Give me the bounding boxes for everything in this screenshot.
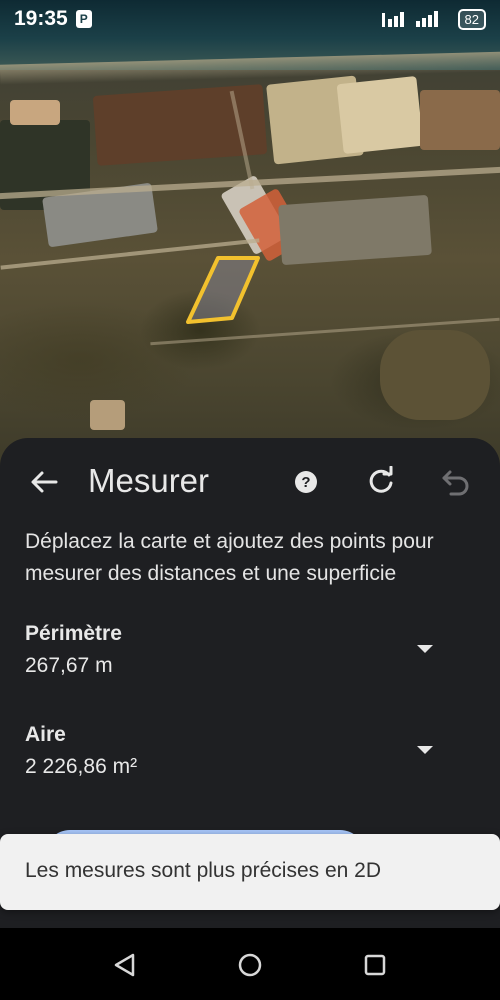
help-icon[interactable]: ?	[293, 469, 319, 495]
chevron-down-icon[interactable]	[414, 642, 436, 656]
svg-text:?: ?	[301, 474, 310, 491]
sheet-title: Mesurer	[88, 462, 210, 499]
toast-text: Les mesures sont plus précises en 2D	[25, 859, 382, 882]
area-value: 2 226,86 m²	[25, 755, 138, 778]
toast-message: Les mesures sont plus précises en 2D	[0, 834, 500, 910]
home-circle-icon[interactable]	[233, 948, 267, 982]
navigation-bar	[0, 928, 500, 1000]
status-bar: 19:35 P 82	[0, 0, 500, 38]
sheet-header: Mesurer ?	[0, 438, 500, 528]
signal-icon	[381, 11, 438, 27]
undo-icon[interactable]	[441, 468, 471, 496]
perimeter-row[interactable]: Périmètre 267,67 m	[0, 622, 500, 692]
perimeter-value: 267,67 m	[25, 654, 113, 677]
area-row[interactable]: Aire 2 226,86 m²	[0, 723, 500, 793]
instructions-text: Déplacez la carte et ajoutez des points …	[25, 530, 434, 585]
perimeter-label: Périmètre	[25, 622, 122, 645]
refresh-icon[interactable]	[366, 466, 396, 496]
area-label: Aire	[25, 723, 66, 746]
parking-notification-icon: P	[75, 10, 92, 28]
measure-polygon	[186, 256, 260, 324]
recents-square-icon[interactable]	[358, 948, 392, 982]
satellite-map[interactable]	[0, 0, 500, 470]
back-triangle-icon[interactable]	[108, 948, 142, 982]
back-arrow-icon[interactable]	[28, 466, 60, 498]
battery-icon: 82	[457, 8, 486, 30]
status-time: 19:35	[14, 7, 68, 30]
chevron-down-icon[interactable]	[414, 743, 436, 757]
